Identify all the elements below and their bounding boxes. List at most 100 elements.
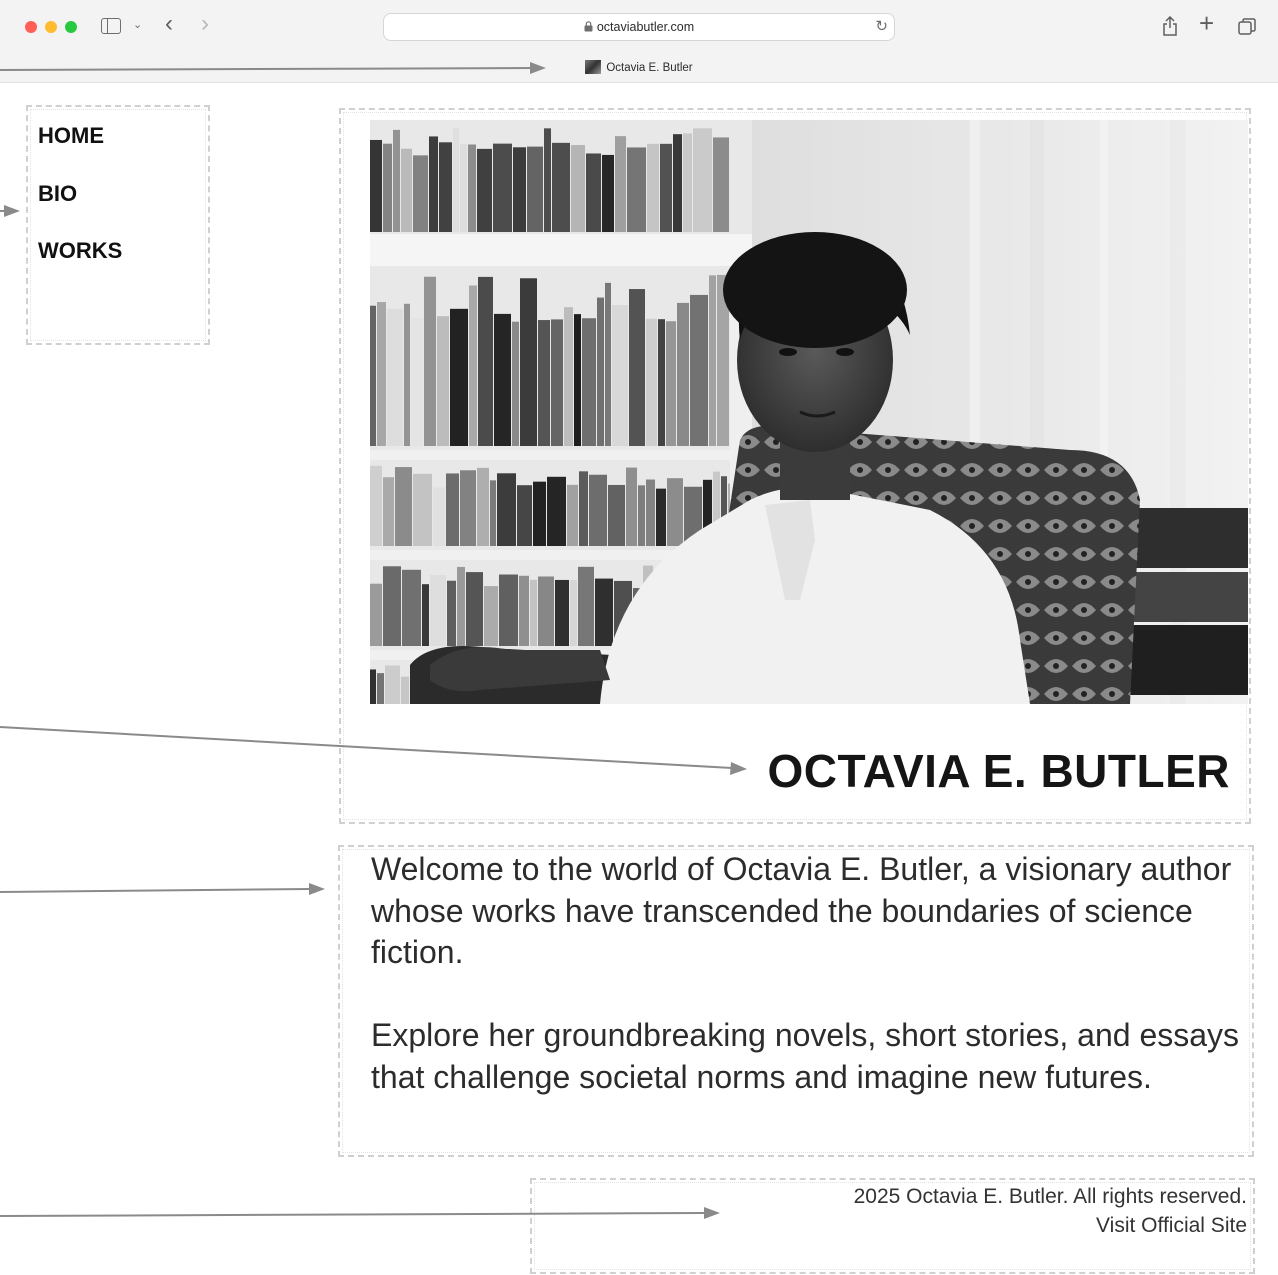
book-spine [422, 584, 429, 646]
book-spine [383, 566, 401, 646]
book-spine [551, 319, 563, 446]
book-spine [713, 137, 729, 232]
zoom-window-button[interactable] [65, 21, 77, 33]
book-spine [429, 136, 438, 232]
book-spine [602, 154, 614, 232]
book-spine [555, 579, 569, 646]
book-spine [460, 143, 467, 232]
main-nav: HOME BIO WORKS [38, 122, 122, 295]
book-spine [468, 144, 476, 232]
book-spine [493, 143, 512, 232]
book-spine [512, 321, 519, 446]
book-spine [627, 147, 646, 232]
book-spine [615, 136, 626, 232]
book-spine [370, 139, 382, 232]
book-spine [494, 313, 511, 446]
book-spine [401, 148, 412, 232]
intro-paragraph: Welcome to the world of Octavia E. Butle… [371, 851, 1232, 970]
book-spine [564, 307, 573, 446]
book-spine [552, 142, 570, 232]
sidebar-toggle-icon[interactable] [101, 18, 121, 34]
book-spine [571, 145, 585, 232]
book-spine [677, 302, 689, 446]
book-spine [530, 579, 537, 646]
book-spine [490, 480, 496, 546]
book-spine [383, 143, 392, 232]
nav-item-bio[interactable]: BIO [38, 180, 122, 238]
intro-paragraph: Explore her groundbreaking novels, short… [371, 1017, 1240, 1095]
book-spine [477, 467, 489, 546]
tab-title: Octavia E. Butler [606, 62, 693, 74]
book-spine [466, 572, 483, 646]
book-spine [656, 488, 666, 546]
book-spine [667, 478, 683, 546]
official-site-link[interactable]: Visit Official Site [854, 1211, 1247, 1240]
book-spine [547, 476, 566, 546]
book-spine [646, 318, 657, 446]
book-spine [517, 485, 532, 546]
book-spine [393, 129, 400, 232]
book-spine [457, 566, 465, 646]
book-spine [709, 275, 716, 446]
book-spine [582, 318, 596, 446]
book-spine [484, 586, 498, 646]
tab-overview-icon[interactable] [1238, 18, 1256, 41]
book-spine [433, 487, 445, 546]
nav-item-home[interactable]: HOME [38, 122, 122, 180]
share-icon[interactable] [1162, 15, 1178, 41]
book-spine [647, 143, 659, 232]
close-window-button[interactable] [25, 21, 37, 33]
new-tab-icon[interactable]: + [1199, 10, 1214, 36]
book-spine [497, 473, 516, 546]
book-spine [646, 479, 655, 546]
book-spine [370, 669, 376, 704]
book-spine [411, 318, 423, 446]
book-spine [533, 481, 546, 546]
book-spine [612, 304, 628, 446]
address-bar[interactable]: octaviabutler.com ↻ [383, 13, 895, 41]
book-spine [538, 320, 550, 446]
book-spine [586, 153, 601, 232]
favicon-icon [585, 60, 602, 74]
footer: 2025 Octavia E. Butler. All rights reser… [854, 1182, 1247, 1240]
book-spine [430, 575, 446, 646]
chevron-down-icon[interactable]: ⌄ [133, 18, 142, 31]
book-spine [513, 147, 526, 232]
book-spine [567, 484, 578, 546]
back-arrow-icon[interactable]: ‹ [165, 12, 173, 36]
nav-item-works[interactable]: WORKS [38, 237, 122, 295]
book-spine [597, 297, 604, 446]
book-spine [595, 578, 613, 646]
book-spine [605, 282, 611, 446]
book-spine [401, 676, 409, 704]
book-spine [387, 308, 403, 446]
book-spine [693, 128, 712, 232]
book-spine [527, 146, 543, 232]
book-spine [683, 133, 692, 232]
lock-icon [584, 21, 593, 35]
book-spine [370, 583, 382, 646]
book-spine [439, 142, 452, 232]
book-spine [402, 569, 421, 646]
copyright-text: 2025 Octavia E. Butler. All rights reser… [853, 1185, 1247, 1208]
book-spine [413, 155, 428, 232]
book-spine [626, 467, 637, 546]
book-spine [574, 314, 581, 446]
book-spine [404, 303, 410, 446]
minimize-window-button[interactable] [45, 21, 57, 33]
book-spine [383, 477, 394, 546]
book-spine [658, 319, 665, 446]
book-spine [538, 576, 554, 646]
book-spine [370, 465, 382, 546]
book-spine [447, 580, 456, 646]
book-spine [453, 127, 459, 232]
book-spine [629, 289, 645, 446]
book-spine [499, 574, 518, 646]
active-tab[interactable]: Octavia E. Butler [0, 60, 1278, 74]
book-spine [608, 484, 625, 546]
author-photo [370, 120, 1248, 704]
book-spine [589, 474, 607, 546]
forward-arrow-icon[interactable]: › [201, 12, 209, 36]
reload-icon[interactable]: ↻ [875, 17, 888, 35]
book-spine [395, 467, 412, 546]
